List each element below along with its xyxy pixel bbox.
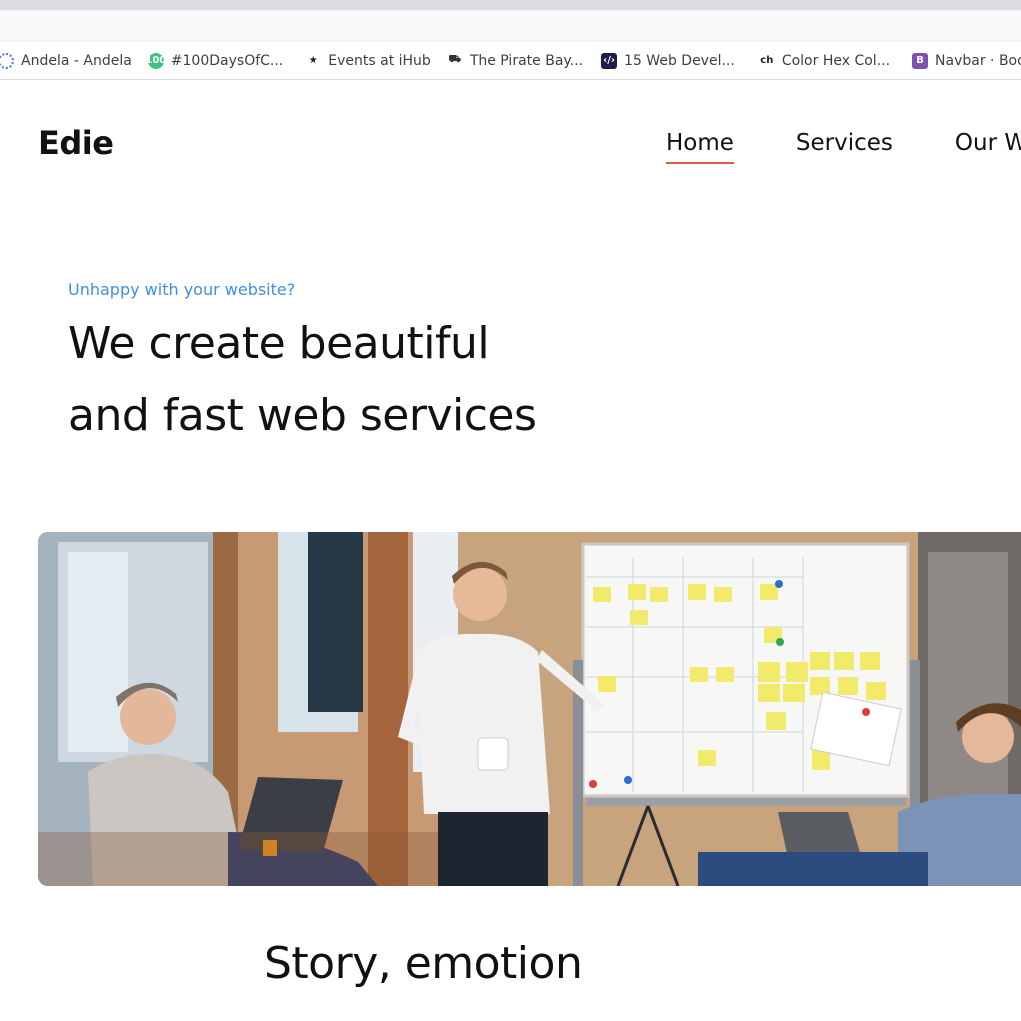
star-events-icon: ★ bbox=[308, 55, 318, 66]
hero-headline: We create beautiful and fast web service… bbox=[68, 308, 708, 452]
bookmark-label: Navbar · Boot... bbox=[935, 52, 1021, 69]
pirate-ship-icon: ⛟ bbox=[448, 54, 462, 65]
hero-headline-line-1: We create beautiful bbox=[68, 318, 490, 369]
nav-our-work[interactable]: Our W bbox=[955, 130, 1021, 156]
bookmark-label: Events at iHub bbox=[328, 52, 431, 69]
bookmark-label: #100DaysOfC... bbox=[170, 52, 284, 69]
hero-photo bbox=[38, 532, 1021, 886]
browser-tab-strip bbox=[0, 0, 1021, 10]
section-subheading: Story, emotion bbox=[264, 938, 583, 989]
bootstrap-icon: B bbox=[912, 52, 929, 69]
bookmark-pirate-bay[interactable]: ⛟ The Pirate Bay... bbox=[447, 52, 584, 69]
bookmarks-bar: Andela - Andela 100 #100DaysOfC... ★ Eve… bbox=[0, 42, 1021, 80]
hero-eyebrow: Unhappy with your website? bbox=[68, 280, 296, 299]
bookmark-label: The Pirate Bay... bbox=[469, 52, 584, 69]
bookmark-events-ihub[interactable]: ★ Events at iHub bbox=[305, 53, 431, 69]
bookmark-web-dev[interactable]: ‹/› 15 Web Devel... bbox=[601, 52, 735, 69]
site-logo[interactable]: Edie bbox=[38, 124, 114, 162]
main-nav: Home Services Our W bbox=[666, 130, 1021, 164]
bookmark-label: 15 Web Devel... bbox=[624, 52, 735, 69]
web-dev-icon: ‹/› bbox=[601, 52, 618, 69]
hundred-days-icon: 100 bbox=[145, 52, 166, 69]
office-meeting-illustration bbox=[38, 532, 1021, 886]
bookmark-100days[interactable]: 100 #100DaysOfC... bbox=[145, 52, 284, 69]
address-bar-area bbox=[0, 12, 1021, 40]
bookmark-color-hex[interactable]: ch Color Hex Col... bbox=[759, 53, 890, 69]
browser-chrome bbox=[0, 0, 1021, 42]
bookmark-navbar-bootstrap[interactable]: B Navbar · Boot... bbox=[912, 52, 1021, 69]
bookmark-andela[interactable]: Andela - Andela bbox=[0, 52, 132, 69]
hero-headline-line-2: and fast web services bbox=[68, 390, 537, 441]
nav-services[interactable]: Services bbox=[796, 130, 893, 156]
ch-icon: ch bbox=[760, 55, 774, 66]
bookmark-label: Color Hex Col... bbox=[781, 52, 891, 69]
nav-home[interactable]: Home bbox=[666, 130, 734, 164]
andela-icon bbox=[0, 52, 14, 69]
bookmark-label: Andela - Andela bbox=[21, 52, 132, 69]
